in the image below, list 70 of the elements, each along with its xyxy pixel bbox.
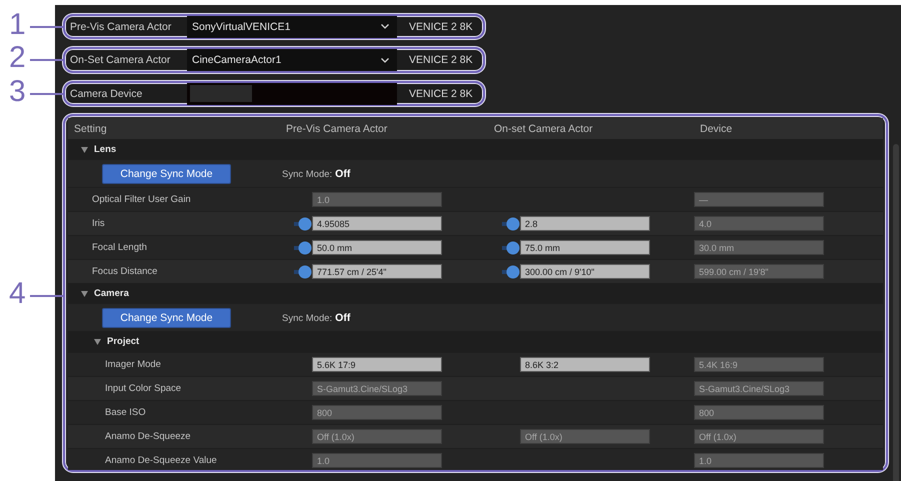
group-header[interactable]: Lens xyxy=(68,139,883,160)
value-field[interactable]: 1.0 xyxy=(694,453,824,468)
model-label: VENICE 2 8K xyxy=(409,54,473,66)
callout-number: 2 xyxy=(9,43,26,73)
slider-knob-icon[interactable] xyxy=(502,240,520,254)
field-label: On-Set Camera Actor xyxy=(70,54,172,66)
value-field[interactable]: 800 xyxy=(694,405,824,420)
value-field[interactable]: 4.95085 xyxy=(312,216,442,231)
slider-knob-icon[interactable] xyxy=(294,264,312,278)
setting-label: Anamo De-Squeeze xyxy=(104,431,192,442)
value-field[interactable]: 800 xyxy=(312,405,442,420)
column-header: Setting xyxy=(73,122,108,134)
column-header: On-set Camera Actor xyxy=(493,122,594,134)
slider-knob-icon[interactable] xyxy=(502,264,520,278)
value-field[interactable]: S-Gamut3.Cine/SLog3 xyxy=(694,381,824,396)
column-header: Pre-Vis Camera Actor xyxy=(285,122,388,134)
sync-mode-status: Sync Mode: Off xyxy=(281,168,352,180)
value-field[interactable]: Off (1.0x) xyxy=(520,429,650,444)
value-field[interactable]: 4.0 xyxy=(694,216,824,231)
device-picker[interactable] xyxy=(187,82,397,104)
actor-dropdown[interactable]: CineCameraActor1 xyxy=(187,49,397,71)
slider-knob-icon[interactable] xyxy=(502,216,520,230)
setting-label: Iris xyxy=(91,218,106,229)
value-field[interactable]: — xyxy=(694,192,824,207)
column-header: Device xyxy=(699,122,734,134)
collapse-arrow-icon[interactable] xyxy=(81,290,88,296)
setting-label: Input Color Space xyxy=(104,383,182,394)
setting-label: Base ISO xyxy=(104,407,147,418)
callout-number: 4 xyxy=(9,279,26,309)
change-sync-mode-button[interactable]: Change Sync Mode xyxy=(102,164,231,184)
value-field[interactable]: Off (1.0x) xyxy=(312,429,442,444)
chevron-down-icon xyxy=(381,24,389,29)
group-title: Camera xyxy=(94,288,129,299)
value-field[interactable]: 75.0 mm xyxy=(520,240,650,255)
sync-mode-status: Sync Mode: Off xyxy=(281,312,352,324)
actor-dropdown[interactable]: SonyVirtualVENICE1 xyxy=(187,16,397,38)
change-sync-mode-button[interactable]: Change Sync Mode xyxy=(102,308,231,328)
value-field[interactable]: 30.0 mm xyxy=(694,240,824,255)
value-field[interactable]: 50.0 mm xyxy=(312,240,442,255)
value-field[interactable]: S-Gamut3.Cine/SLog3 xyxy=(312,381,442,396)
model-label: VENICE 2 8K xyxy=(409,88,473,100)
value-field[interactable]: 1.0 xyxy=(312,453,442,468)
group-title: Project xyxy=(107,336,140,347)
group-header[interactable]: Camera xyxy=(68,283,883,304)
group-title: Lens xyxy=(94,144,116,155)
setting-label: Optical Filter User Gain xyxy=(91,194,192,205)
value-field[interactable]: 300.00 cm / 9'10" xyxy=(520,264,650,279)
callout-number: 1 xyxy=(9,10,26,40)
setting-label: Anamo De-Squeeze Value xyxy=(104,455,218,466)
collapse-arrow-icon[interactable] xyxy=(94,338,101,344)
field-label: Camera Device xyxy=(70,88,144,100)
value-field[interactable]: Off (1.0x) xyxy=(694,429,824,444)
setting-label: Imager Mode xyxy=(104,359,162,370)
field-label: Pre-Vis Camera Actor xyxy=(70,20,172,32)
callout-number: 3 xyxy=(9,77,26,107)
collapse-arrow-icon[interactable] xyxy=(81,146,88,152)
model-label: VENICE 2 8K xyxy=(409,20,473,32)
value-field[interactable]: 1.0 xyxy=(312,192,442,207)
value-field[interactable]: 8.6K 3:2 xyxy=(520,357,650,372)
slider-knob-icon[interactable] xyxy=(294,216,312,230)
value-field[interactable]: 2.8 xyxy=(520,216,650,231)
value-field[interactable]: 5.6K 17:9 xyxy=(312,357,442,372)
setting-label: Focus Distance xyxy=(91,266,158,277)
setting-label: Focal Length xyxy=(91,242,148,253)
group-header[interactable]: Project xyxy=(68,331,883,352)
value-field[interactable]: 5.4K 16:9 xyxy=(694,357,824,372)
value-field[interactable]: 771.57 cm / 25'4" xyxy=(312,264,442,279)
value-field[interactable]: 599.00 cm / 19'8" xyxy=(694,264,824,279)
slider-knob-icon[interactable] xyxy=(294,240,312,254)
chevron-down-icon xyxy=(381,58,389,62)
